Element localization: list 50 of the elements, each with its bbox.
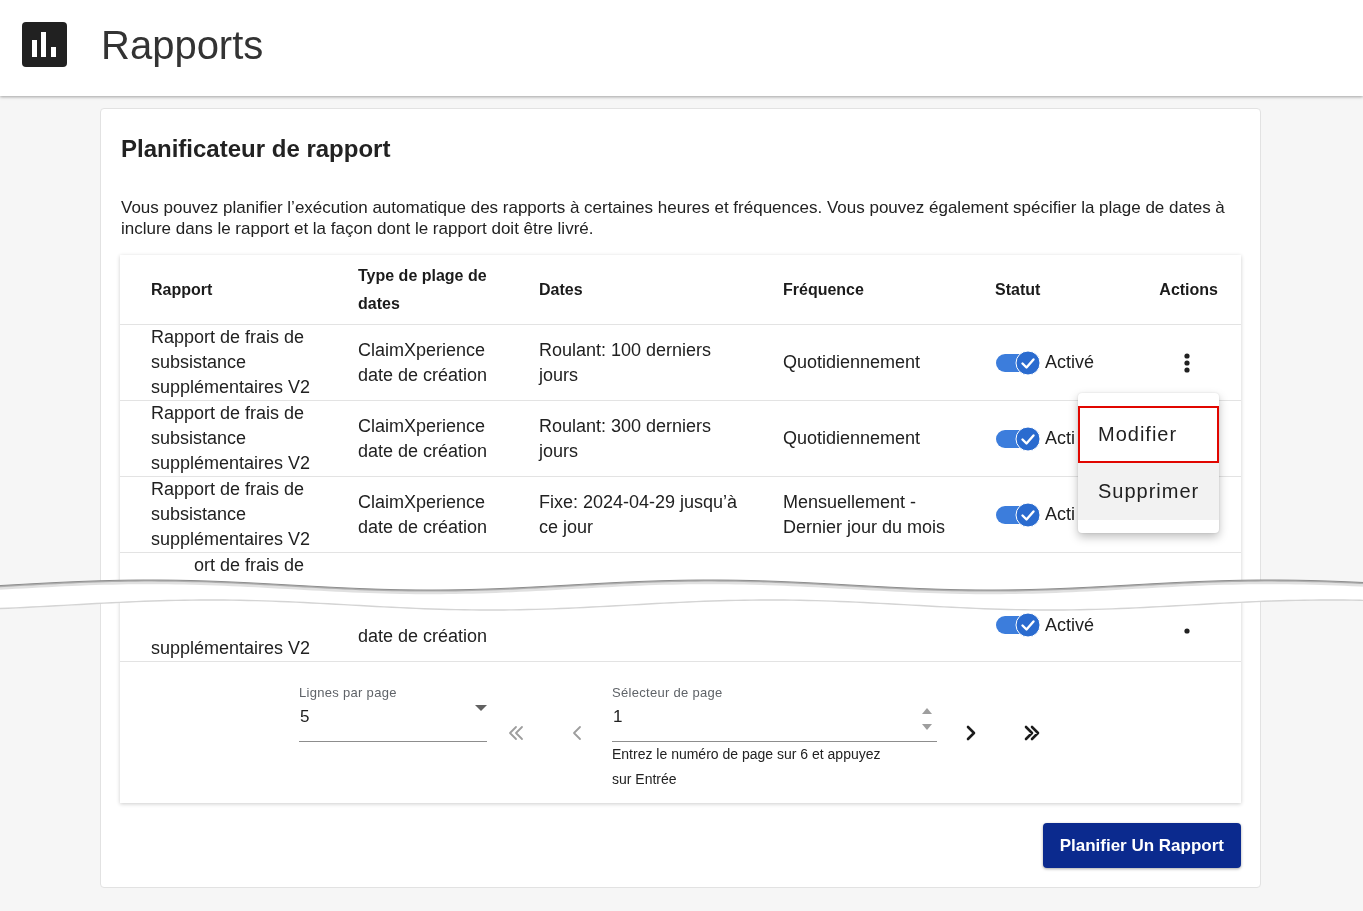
double-chevron-right-icon (1024, 725, 1040, 741)
table-cell-text: ort de frais de (194, 554, 305, 577)
menu-item[interactable]: Supprimer (1078, 463, 1219, 520)
status-toggle[interactable] (995, 612, 1041, 638)
table-cell-text: ClaimXperience date de création (358, 490, 489, 539)
dot-icon (1183, 628, 1190, 634)
table-cell-text: supplémentaires V2 (151, 637, 311, 660)
chevron-right-icon (966, 725, 976, 741)
table-cell-text: Roulant: 100 derniers jours (539, 338, 713, 387)
table-cell-text: ClaimXperience date de création (358, 338, 489, 387)
table-cell-text: Quotidiennement (783, 427, 921, 450)
status-toggle[interactable] (995, 425, 1041, 452)
table-cell-text: Rapport de frais de subsistance supplémentaires V2 (151, 326, 312, 399)
column-header: Fréquence (783, 279, 864, 300)
column-header: Type de plage de dates (358, 265, 488, 314)
status-toggle[interactable] (995, 501, 1041, 528)
status-text: Acti (1045, 427, 1075, 450)
section-title: Planificateur de rapport (121, 135, 392, 163)
schedule-report-button[interactable]: Planifier Un Rapport (1042, 823, 1241, 868)
table-cell-text: date de création (358, 625, 488, 648)
kebab-menu-icon (1183, 352, 1190, 373)
check-icon (1021, 357, 1035, 369)
table-cell-text: Roulant: 300 derniers jours (539, 414, 713, 463)
table-cell-text: Mensuellement - Dernier jour du mois (783, 490, 947, 539)
rows-per-page-select[interactable]: Lignes par page 5 (299, 685, 487, 742)
column-header: Statut (995, 279, 1041, 300)
menu-item[interactable]: Modifier (1078, 406, 1219, 463)
page-title: Rapports (101, 23, 264, 67)
table-cell-text: ClaimXperience date de création (358, 414, 489, 463)
table-cell-text: Quotidiennement (783, 351, 921, 374)
status-text: Acti (1045, 503, 1075, 526)
table-cell-text: Fixe: 2024-04-29 jusqu’à ce jour (539, 490, 739, 539)
chevron-left-icon (572, 725, 582, 741)
column-header: Rapport (151, 279, 213, 300)
column-header: Actions (1159, 279, 1218, 300)
helper-text: Entrez le numéro de page sur 6 et appuyez sur Entrée (612, 745, 882, 789)
status-text: Activé (1045, 613, 1095, 637)
stepper-arrows-icon (922, 707, 932, 731)
status-toggle[interactable] (995, 349, 1041, 376)
dropdown-caret-icon (475, 705, 487, 711)
description-text: Vous pouvez planifier l’exécution automatique des rapports à certaines heures et fréquences. Vous pouvez également spécifier la plage de dates à inclure dans le rapport et la façon dont le rapport doit être livré. (121, 196, 1226, 239)
check-icon (1021, 433, 1035, 445)
check-icon (1021, 509, 1035, 521)
check-icon (1021, 620, 1035, 631)
double-chevron-left-icon (508, 725, 524, 741)
table-cell-text: Rapport de frais de subsistance supplémentaires V2 (151, 402, 312, 475)
column-header: Dates (539, 279, 583, 300)
page-number-field[interactable]: Sélecteur de page 1 (612, 685, 937, 742)
status-text: Activé (1045, 351, 1095, 374)
bar-chart-icon (22, 22, 67, 67)
